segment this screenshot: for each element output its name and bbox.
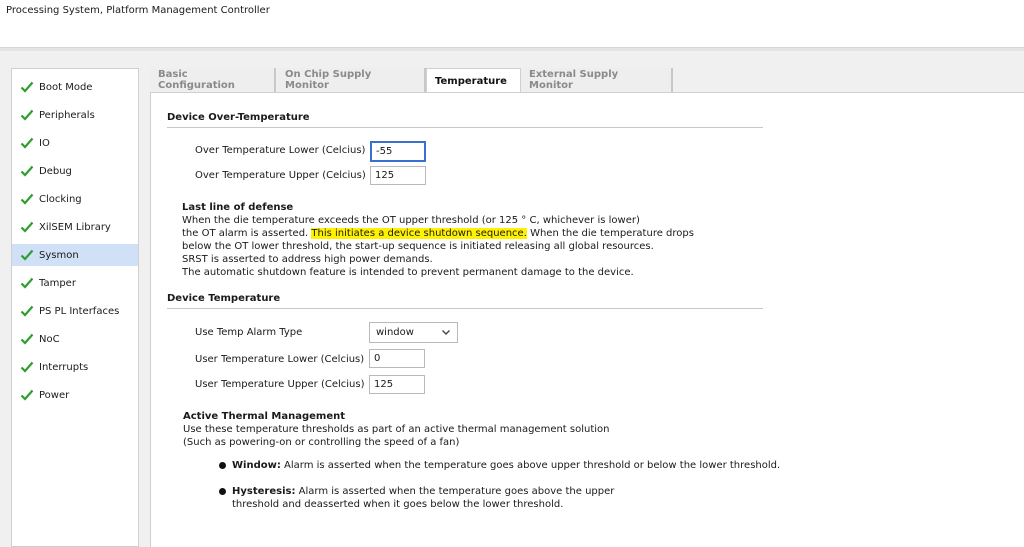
defense-line-5: The automatic shutdown feature is intend…: [182, 267, 634, 278]
over-temp-title: Device Over-Temperature: [167, 112, 310, 123]
sidebar-item-io[interactable]: IO: [12, 132, 138, 154]
tab-label: Basic Configuration: [158, 69, 235, 91]
over-temp-upper-label: Over Temperature Upper (Celcius): [195, 170, 366, 181]
defense-line-2-pre: the OT alarm is asserted.: [182, 228, 309, 239]
tab-label: On Chip Supply Monitor: [285, 69, 372, 91]
sidebar: Boot Mode Peripherals IO Debug Clocking …: [11, 68, 139, 547]
sidebar-item-label: Debug: [39, 165, 72, 177]
window-term: Window:: [232, 460, 281, 471]
sidebar-item-label: NoC: [39, 333, 60, 345]
defense-title: Last line of defense: [182, 202, 294, 213]
window-bullet-item: Window: Alarm is asserted when the tempe…: [219, 459, 780, 472]
user-temp-upper-input[interactable]: [369, 375, 425, 394]
check-icon: [20, 109, 34, 121]
check-icon: [20, 165, 34, 177]
section-divider: [167, 308, 763, 309]
alarm-type-label: Use Temp Alarm Type: [195, 327, 303, 338]
alarm-type-select[interactable]: window: [369, 322, 458, 343]
defense-line-4: SRST is asserted to address high power d…: [182, 254, 433, 265]
sidebar-item-debug[interactable]: Debug: [12, 160, 138, 182]
tab-temperature[interactable]: Temperature: [426, 68, 521, 93]
check-icon: [20, 333, 34, 345]
bullet-icon: [219, 461, 226, 469]
user-temp-upper-label: User Temperature Upper (Celcius): [195, 379, 365, 390]
hysteresis-bullet-item: Hysteresis: Alarm is asserted when the t…: [219, 485, 614, 498]
check-icon: [20, 361, 34, 373]
temperature-panel: Device Over-Temperature Over Temperature…: [150, 92, 1024, 547]
sidebar-item-label: Tamper: [39, 277, 76, 289]
check-icon: [20, 193, 34, 205]
tab-external-supply-monitor[interactable]: External Supply Monitor: [521, 68, 673, 92]
tab-basic-configuration[interactable]: Basic Configuration: [150, 68, 276, 92]
window-description: Alarm is asserted when the temperature g…: [284, 460, 781, 471]
hysteresis-description-1: Alarm is asserted when the temperature g…: [298, 486, 615, 497]
sidebar-item-label: Interrupts: [39, 361, 89, 373]
thermal-line-2: (Such as powering-on or controlling the …: [183, 437, 460, 448]
title-bar: Processing System, Platform Management C…: [0, 0, 1024, 48]
sidebar-item-label: IO: [39, 137, 50, 149]
sidebar-item-interrupts[interactable]: Interrupts: [12, 356, 138, 378]
sidebar-item-label: Sysmon: [39, 249, 79, 261]
sidebar-item-label: PS PL Interfaces: [39, 305, 120, 317]
section-divider: [167, 127, 763, 128]
defense-line-2: the OT alarm is asserted. This initiates…: [182, 227, 694, 240]
bullet-icon: [219, 487, 226, 495]
check-icon: [20, 249, 34, 261]
sidebar-item-label: XilSEM Library: [39, 221, 111, 233]
user-temp-lower-label: User Temperature Lower (Celcius): [195, 354, 365, 365]
tab-label: Temperature: [435, 75, 507, 87]
sidebar-item-boot-mode[interactable]: Boot Mode: [12, 76, 138, 98]
tab-label: External Supply Monitor: [529, 69, 619, 91]
chevron-down-icon: [442, 330, 450, 335]
over-temp-upper-input[interactable]: [370, 166, 426, 185]
check-icon: [20, 221, 34, 233]
shutdown-highlight: This initiates a device shutdown sequenc…: [311, 228, 527, 239]
device-temp-title: Device Temperature: [167, 293, 281, 304]
sidebar-item-label: Power: [39, 389, 70, 401]
thermal-line-1: Use these temperature thresholds as part…: [183, 424, 610, 435]
check-icon: [20, 137, 34, 149]
sidebar-item-power[interactable]: Power: [12, 384, 138, 406]
sidebar-item-sysmon[interactable]: Sysmon: [12, 244, 138, 266]
check-icon: [20, 389, 34, 401]
sidebar-item-label: Boot Mode: [39, 81, 93, 93]
defense-line-1: When the die temperature exceeds the OT …: [182, 215, 640, 226]
sidebar-item-label: Clocking: [39, 193, 82, 205]
thermal-title: Active Thermal Management: [183, 411, 345, 422]
defense-line-2-post: When the die temperature drops: [530, 228, 694, 239]
alarm-type-value: window: [376, 327, 414, 338]
hysteresis-description-2: threshold and deasserted when it goes be…: [232, 499, 564, 510]
defense-line-3: below the OT lower threshold, the start-…: [182, 241, 654, 252]
sidebar-item-noc[interactable]: NoC: [12, 328, 138, 350]
sidebar-item-peripherals[interactable]: Peripherals: [12, 104, 138, 126]
check-icon: [20, 277, 34, 289]
check-icon: [20, 305, 34, 317]
sidebar-item-tamper[interactable]: Tamper: [12, 272, 138, 294]
window-title: Processing System, Platform Management C…: [6, 5, 270, 16]
over-temp-lower-label: Over Temperature Lower (Celcius): [195, 145, 366, 156]
sidebar-item-xilsem-library[interactable]: XilSEM Library: [12, 216, 138, 238]
over-temp-lower-input[interactable]: [370, 141, 426, 162]
check-icon: [20, 81, 34, 93]
sidebar-item-ps-pl-interfaces[interactable]: PS PL Interfaces: [12, 300, 138, 322]
hysteresis-term: Hysteresis:: [232, 486, 296, 497]
tab-on-chip-supply-monitor[interactable]: On Chip Supply Monitor: [277, 68, 426, 92]
user-temp-lower-input[interactable]: [369, 349, 425, 368]
sidebar-item-clocking[interactable]: Clocking: [12, 188, 138, 210]
sidebar-item-label: Peripherals: [39, 109, 95, 121]
